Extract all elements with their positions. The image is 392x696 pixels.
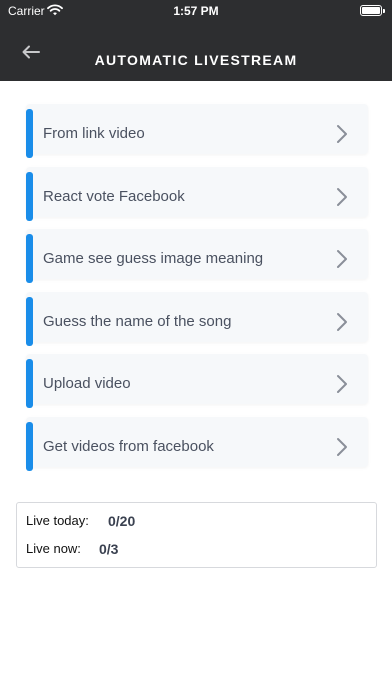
chevron-right-icon [336, 187, 348, 207]
menu-item-upload-video[interactable]: Upload video [26, 354, 368, 408]
menu-item-label: From link video [43, 125, 145, 142]
menu-item-react-vote-facebook[interactable]: React vote Facebook [26, 166, 368, 221]
accent-bar [26, 421, 33, 471]
live-today-label: Live today: [26, 513, 89, 528]
menu-item-label: Game see guess image meaning [43, 250, 264, 267]
menu-item-guess-song-name[interactable]: Guess the name of the song [26, 291, 368, 346]
accent-bar [26, 359, 33, 408]
page-title: AUTOMATIC LIVESTREAM [94, 52, 298, 68]
menu-item-label: Guess the name of the song [43, 312, 232, 330]
live-today-value: 0/20 [108, 513, 136, 529]
chevron-right-icon [336, 312, 348, 332]
menu-item-game-guess-image[interactable]: Game see guess image meaning [26, 229, 368, 283]
menu-item-label: Upload video [43, 375, 131, 392]
livestream-stats-panel: Live today: 0/20 Live now: 0/3 [16, 502, 377, 568]
chevron-right-icon [336, 124, 348, 144]
live-now-value: 0/3 [99, 541, 119, 557]
accent-bar [26, 109, 33, 158]
status-bar: Carrier 1:57 PM [0, 0, 392, 22]
menu-item-from-link-video[interactable]: From link video [26, 104, 368, 158]
accent-bar [26, 234, 33, 283]
accent-bar [26, 171, 33, 221]
menu-item-label: React vote Facebook [43, 187, 185, 205]
accent-bar [26, 296, 33, 346]
battery-icon [360, 5, 385, 16]
menu-item-label: Get videos from facebook [43, 437, 214, 455]
clock: 1:57 PM [173, 4, 219, 18]
chevron-right-icon [336, 249, 348, 269]
header-bar: AUTOMATIC LIVESTREAM [0, 22, 392, 81]
chevron-right-icon [336, 374, 348, 394]
chevron-right-icon [336, 437, 348, 457]
live-now-label: Live now: [26, 541, 81, 556]
feature-menu: From link video React vote Facebook Game… [26, 104, 368, 479]
menu-item-get-videos-facebook[interactable]: Get videos from facebook [26, 416, 368, 471]
